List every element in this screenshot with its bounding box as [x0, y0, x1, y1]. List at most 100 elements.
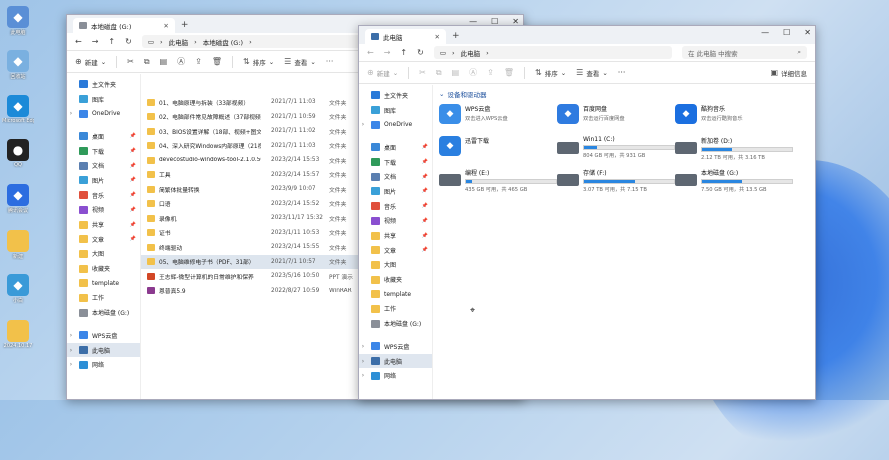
nav-item[interactable]: › OneDrive	[67, 106, 140, 121]
nav-item[interactable]: 共享 📌	[67, 217, 140, 232]
desktop-shortcut[interactable]: ◆Microsoft Edge	[2, 95, 34, 124]
minimize-icon[interactable]: —	[761, 28, 769, 37]
drive-tile[interactable]: Win11 (C:) 804 GB 可用，共 931 GB	[557, 136, 675, 160]
nav-item[interactable]: › 此电脑	[67, 342, 140, 358]
close-tab-icon[interactable]: ✕	[163, 22, 168, 30]
new-button[interactable]: ⊕ 新建 ⌄	[367, 68, 398, 78]
new-button[interactable]: ⊕ 新建 ⌄	[75, 57, 106, 67]
sort-button[interactable]: ⇅ 排序 ⌄	[535, 68, 566, 78]
nav-item[interactable]: 本地磁盘 (G:)	[67, 305, 140, 320]
share-icon[interactable]: ⇪	[487, 68, 494, 77]
paste-icon[interactable]: ▤	[452, 68, 460, 77]
forward-icon[interactable]: →	[384, 48, 391, 57]
chevron-right-icon[interactable]: ›	[359, 372, 367, 379]
refresh-icon[interactable]: ↻	[125, 37, 132, 46]
desktop-shortcut[interactable]: 新建	[2, 230, 34, 260]
chevron-right-icon[interactable]: ›	[359, 358, 367, 365]
drive-tile[interactable]: ◆ 百度网盘 双击运行百度网盘	[557, 104, 675, 128]
drive-tile[interactable]: ◆ 迅雷下载	[439, 136, 557, 160]
rename-icon[interactable]: Ⓐ	[177, 56, 185, 67]
nav-item[interactable]: 主文件夹	[67, 77, 140, 92]
back-icon[interactable]: ←	[367, 48, 374, 57]
nav-item[interactable]: 文章 📌	[67, 232, 140, 247]
more-icon[interactable]: ···	[326, 57, 334, 66]
maximize-icon[interactable]: ☐	[783, 28, 790, 37]
delete-icon[interactable]: 🗑	[212, 57, 222, 66]
devices-group-header[interactable]: ⌄ 设备和驱动器	[439, 89, 811, 99]
nav-item[interactable]: 主文件夹	[359, 88, 432, 103]
chevron-right-icon[interactable]: ›	[67, 347, 75, 354]
close-icon[interactable]: ✕	[804, 28, 811, 37]
nav-item[interactable]: 桌面 📌	[359, 140, 432, 155]
tab-this-pc[interactable]: 此电脑 ✕	[365, 29, 446, 44]
share-icon[interactable]: ⇪	[195, 57, 202, 66]
nav-item[interactable]: › OneDrive	[359, 117, 432, 132]
up-icon[interactable]: ↑	[108, 37, 115, 46]
nav-item[interactable]: template	[67, 276, 140, 291]
nav-item[interactable]: 文章 📌	[359, 243, 432, 258]
desktop-shortcut[interactable]: 2024.10.17	[2, 320, 34, 349]
nav-item[interactable]: 图片 📌	[67, 173, 140, 188]
nav-item[interactable]: 下载 📌	[67, 144, 140, 159]
nav-item[interactable]: 工作	[67, 291, 140, 306]
nav-item[interactable]: 工作	[359, 302, 432, 317]
tab-g-drive[interactable]: 本地磁盘 (G:) ✕	[73, 18, 175, 33]
details-button[interactable]: ▣ 详细信息	[770, 68, 807, 78]
delete-icon[interactable]: 🗑	[504, 68, 514, 77]
chevron-right-icon[interactable]: ›	[359, 343, 367, 350]
nav-item[interactable]: 共享 📌	[359, 228, 432, 243]
chevron-right-icon[interactable]: ›	[67, 332, 75, 339]
nav-item[interactable]: 收藏夹	[67, 261, 140, 276]
paste-icon[interactable]: ▤	[160, 57, 168, 66]
more-icon[interactable]: ···	[618, 68, 626, 77]
chevron-right-icon[interactable]: ›	[359, 121, 367, 128]
drive-tile[interactable]: 新加卷 (D:) 2.12 TB 可用，共 3.16 TB	[675, 136, 793, 161]
copy-icon[interactable]: ⧉	[144, 57, 150, 67]
rename-icon[interactable]: Ⓐ	[469, 67, 477, 78]
nav-item[interactable]: 下载 📌	[359, 155, 432, 170]
close-tab-icon[interactable]: ✕	[435, 33, 440, 41]
nav-item[interactable]: 视频 📌	[67, 203, 140, 218]
nav-item[interactable]: 图库	[359, 103, 432, 118]
address-bar[interactable]: ▭ › 此电脑 ›	[433, 46, 672, 59]
breadcrumb-item[interactable]: 此电脑	[169, 37, 189, 47]
desktop-shortcut[interactable]: ◆ 此电脑	[2, 6, 34, 36]
forward-icon[interactable]: →	[92, 37, 99, 46]
nav-item[interactable]: › 网络	[359, 368, 432, 383]
nav-item[interactable]: 大图	[359, 258, 432, 273]
nav-item[interactable]: › 网络	[67, 357, 140, 372]
back-icon[interactable]: ←	[75, 37, 82, 46]
nav-item[interactable]: 视频 📌	[359, 214, 432, 229]
nav-item[interactable]: › WPS云盘	[67, 328, 140, 343]
cut-icon[interactable]: ✂	[127, 57, 134, 66]
nav-item[interactable]: 本地磁盘 (G:)	[359, 316, 432, 331]
breadcrumb-item[interactable]: 此电脑	[461, 48, 481, 58]
drive-tile[interactable]: ◆ 酷狗音乐 双击运行酷狗音乐	[675, 104, 793, 128]
nav-item[interactable]: 文档 📌	[67, 158, 140, 173]
view-button[interactable]: ☰ 查看 ⌄	[576, 68, 608, 78]
nav-item[interactable]: 音乐 📌	[359, 199, 432, 214]
drive-tile[interactable]: 编程 (E:) 435 GB 可用，共 465 GB	[439, 168, 557, 193]
chevron-right-icon[interactable]: ›	[67, 361, 75, 368]
sort-button[interactable]: ⇅ 排序 ⌄	[243, 57, 274, 67]
nav-item[interactable]: 桌面 📌	[67, 129, 140, 144]
nav-item[interactable]: template	[359, 287, 432, 302]
view-button[interactable]: ☰ 查看 ⌄	[284, 57, 316, 67]
desktop-shortcut[interactable]: ◆ 小白	[2, 274, 34, 304]
nav-item[interactable]: 图库	[67, 92, 140, 107]
nav-item[interactable]: 大图	[67, 247, 140, 262]
copy-icon[interactable]: ⧉	[436, 68, 442, 78]
nav-item[interactable]: › 此电脑	[359, 353, 432, 369]
nav-item[interactable]: 收藏夹	[359, 272, 432, 287]
cut-icon[interactable]: ✂	[419, 68, 426, 77]
refresh-icon[interactable]: ↻	[417, 48, 424, 57]
nav-item[interactable]: 音乐 📌	[67, 188, 140, 203]
desktop-shortcut[interactable]: ◆ 腾讯会议	[2, 184, 34, 214]
search-input[interactable]: 在 此电脑 中搜索 ⌕	[682, 46, 807, 59]
breadcrumb-item[interactable]: 本地磁盘 (G:)	[203, 37, 243, 47]
drive-tile[interactable]: ◆ WPS云盘 双击进入WPS云盘	[439, 104, 557, 128]
drive-tile[interactable]: 存储 (F:) 3.07 TB 可用，共 7.15 TB	[557, 168, 675, 193]
up-icon[interactable]: ↑	[400, 48, 407, 57]
drive-tile[interactable]: 本地磁盘 (G:) 7.50 GB 可用，共 13.5 GB	[675, 168, 793, 193]
new-tab-icon[interactable]: +	[452, 31, 460, 41]
